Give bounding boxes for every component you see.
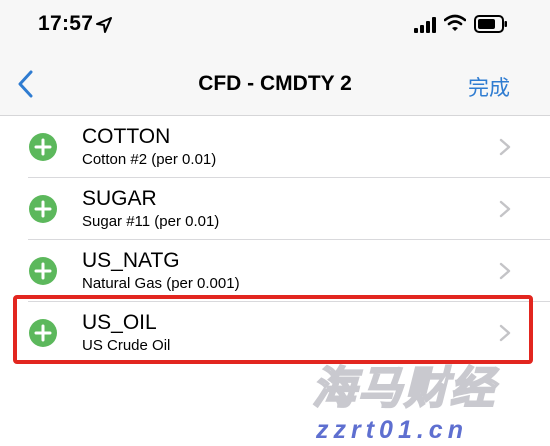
list-item-cotton[interactable]: COTTON Cotton #2 (per 0.01) — [0, 116, 550, 178]
navigation-bar: CFD - CMDTY 2 完成 — [0, 52, 550, 116]
commodity-list: COTTON Cotton #2 (per 0.01) SUGAR Sugar … — [0, 116, 550, 364]
item-title: US_NATG — [82, 249, 180, 272]
item-subtitle: US Crude Oil — [82, 337, 171, 354]
list-item-us-natg[interactable]: US_NATG Natural Gas (per 0.001) — [0, 240, 550, 302]
done-button[interactable]: 完成 — [468, 72, 510, 102]
add-circle-icon[interactable] — [29, 133, 57, 161]
wifi-icon — [444, 14, 466, 31]
item-title: US_OIL — [82, 311, 157, 334]
add-circle-icon[interactable] — [29, 195, 57, 223]
add-circle-icon[interactable] — [29, 257, 57, 285]
chevron-right-icon — [499, 262, 511, 280]
item-subtitle: Natural Gas (per 0.001) — [82, 275, 240, 292]
item-title: SUGAR — [82, 187, 157, 210]
chevron-right-icon — [499, 138, 511, 156]
chevron-right-icon — [499, 324, 511, 342]
watermark-url: zzrt01.cn — [316, 416, 468, 444]
add-circle-icon[interactable] — [29, 319, 57, 347]
watermark-logo: 海马财经 — [311, 363, 496, 414]
chevron-right-icon — [499, 200, 511, 218]
location-arrow-icon — [96, 17, 112, 33]
item-title: COTTON — [82, 125, 171, 148]
battery-icon — [474, 15, 507, 33]
status-time: 17:57 — [38, 12, 94, 35]
item-subtitle: Cotton #2 (per 0.01) — [82, 151, 217, 168]
status-bar: 17:57 — [0, 0, 550, 52]
cellular-signal-icon — [414, 17, 436, 33]
list-item-sugar[interactable]: SUGAR Sugar #11 (per 0.01) — [0, 178, 550, 240]
item-subtitle: Sugar #11 (per 0.01) — [82, 213, 220, 230]
